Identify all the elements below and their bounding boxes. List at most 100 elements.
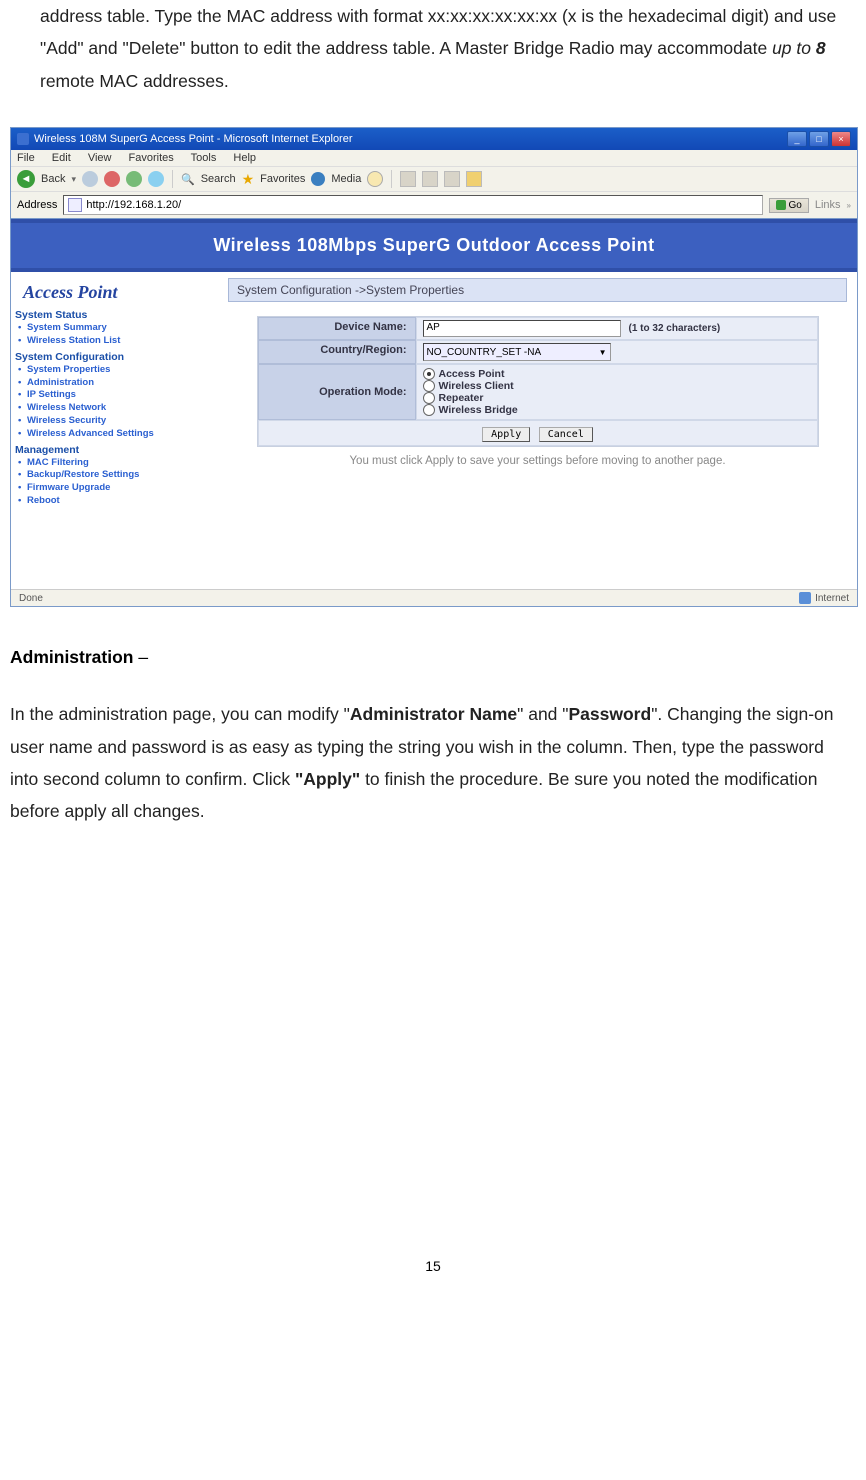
refresh-icon[interactable] xyxy=(126,171,142,187)
go-arrow-icon xyxy=(776,200,786,210)
sidebar-item-sysprops[interactable]: System Properties xyxy=(15,364,210,377)
forward-icon[interactable] xyxy=(82,171,98,187)
sidebar-item-wsecurity[interactable]: Wireless Security xyxy=(15,415,210,428)
opmode-client-label: Wireless Client xyxy=(439,380,514,392)
edit-icon[interactable] xyxy=(444,171,460,187)
go-button[interactable]: Go xyxy=(769,198,809,213)
menu-file[interactable]: File xyxy=(17,152,35,164)
breadcrumb: System Configuration ->System Properties xyxy=(228,278,847,302)
favorites-icon[interactable]: ★ xyxy=(242,171,255,188)
opmode-ap-label: Access Point xyxy=(439,368,505,380)
mail-icon[interactable] xyxy=(400,171,416,187)
country-label: Country/Region: xyxy=(258,340,416,364)
stop-icon[interactable] xyxy=(104,171,120,187)
go-label: Go xyxy=(789,200,802,211)
page-number: 15 xyxy=(10,1258,856,1274)
opmode-repeater[interactable]: Repeater xyxy=(423,392,811,404)
window-title: Wireless 108M SuperG Access Point - Micr… xyxy=(34,133,353,145)
favorites-label[interactable]: Favorites xyxy=(260,173,305,185)
sidebar-item-firmware[interactable]: Firmware Upgrade xyxy=(15,482,210,495)
history-icon[interactable] xyxy=(367,171,383,187)
menu-edit[interactable]: Edit xyxy=(52,152,71,164)
product-banner: Wireless 108Mbps SuperG Outdoor Access P… xyxy=(11,219,857,272)
sidebar-item-macfilter[interactable]: MAC Filtering xyxy=(15,457,210,470)
intro-paragraph: address table. Type the MAC address with… xyxy=(40,0,856,97)
close-button[interactable]: × xyxy=(831,131,851,147)
print-icon[interactable] xyxy=(422,171,438,187)
cancel-button[interactable]: Cancel xyxy=(539,427,593,442)
sidebar: Access Point System Status System Summar… xyxy=(11,272,218,589)
radio-icon xyxy=(423,368,435,380)
sidebar-item-wadvanced[interactable]: Wireless Advanced Settings xyxy=(15,428,210,441)
ie-icon xyxy=(17,133,29,145)
device-name-input[interactable]: AP xyxy=(423,320,621,337)
device-name-label: Device Name: xyxy=(258,317,416,340)
menu-view[interactable]: View xyxy=(88,152,112,164)
maximize-button[interactable]: □ xyxy=(809,131,829,147)
address-input[interactable]: http://192.168.1.20/ xyxy=(63,195,762,215)
links-label[interactable]: Links xyxy=(815,199,841,211)
menu-favorites[interactable]: Favorites xyxy=(129,152,174,164)
opmode-bridge-label: Wireless Bridge xyxy=(439,404,518,416)
ie-menubar: File Edit View Favorites Tools Help xyxy=(11,150,857,167)
intro-eight: 8 xyxy=(816,38,826,58)
sidebar-cat-status: System Status xyxy=(15,309,210,321)
back-label[interactable]: Back xyxy=(41,173,65,185)
radio-icon xyxy=(423,380,435,392)
radio-icon xyxy=(423,404,435,416)
sidebar-item-summary[interactable]: System Summary xyxy=(15,322,210,335)
radio-icon xyxy=(423,392,435,404)
sidebar-item-administration[interactable]: Administration xyxy=(15,377,210,390)
ie-statusbar: Done Internet xyxy=(11,589,857,606)
sidebar-cat-management: Management xyxy=(15,444,210,456)
opmode-client[interactable]: Wireless Client xyxy=(423,380,811,392)
heading-title: Administration xyxy=(10,647,133,667)
address-label: Address xyxy=(17,199,57,211)
status-done: Done xyxy=(19,593,43,604)
admin-a: In the administration page, you can modi… xyxy=(10,704,350,724)
form-area: Device Name: AP (1 to 32 characters) Cou… xyxy=(257,316,819,447)
country-select[interactable]: NO_COUNTRY_SET -NA ▼ xyxy=(423,343,611,361)
discuss-icon[interactable] xyxy=(466,171,482,187)
media-icon[interactable] xyxy=(311,172,325,186)
opmode-bridge[interactable]: Wireless Bridge xyxy=(423,404,811,416)
opmode-ap[interactable]: Access Point xyxy=(423,368,811,380)
apply-button[interactable]: Apply xyxy=(482,427,530,442)
sidebar-item-stationlist[interactable]: Wireless Station List xyxy=(15,335,210,348)
minimize-button[interactable]: _ xyxy=(787,131,807,147)
home-icon[interactable] xyxy=(148,171,164,187)
main-panel: System Configuration ->System Properties… xyxy=(218,272,857,589)
country-value: NO_COUNTRY_SET -NA xyxy=(427,347,542,358)
screenshot-container: Wireless 108M SuperG Access Point - Micr… xyxy=(10,127,858,607)
links-chevron-icon[interactable]: » xyxy=(847,201,851,210)
toolbar-separator-2 xyxy=(391,170,392,188)
internet-zone-icon xyxy=(799,592,811,604)
sidebar-cat-config: System Configuration xyxy=(15,351,210,363)
chevron-down-icon: ▼ xyxy=(599,348,607,357)
url-text: http://192.168.1.20/ xyxy=(86,199,181,211)
sidebar-item-reboot[interactable]: Reboot xyxy=(15,495,210,508)
admin-name-bold: Administrator Name xyxy=(350,704,517,724)
opmode-label: Operation Mode: xyxy=(258,364,416,420)
status-internet: Internet xyxy=(815,593,849,604)
search-icon[interactable]: 🔍 xyxy=(181,173,195,186)
sidebar-item-wnetwork[interactable]: Wireless Network xyxy=(15,402,210,415)
menu-tools[interactable]: Tools xyxy=(191,152,217,164)
sidebar-item-ipsettings[interactable]: IP Settings xyxy=(15,389,210,402)
page-icon xyxy=(68,198,82,212)
media-label[interactable]: Media xyxy=(331,173,361,185)
section-heading: Administration – xyxy=(10,647,856,668)
back-dropdown-icon[interactable]: ▾ xyxy=(71,174,76,185)
sidebar-item-backup[interactable]: Backup/Restore Settings xyxy=(15,469,210,482)
opmode-repeater-label: Repeater xyxy=(439,392,484,404)
ie-addressbar: Address http://192.168.1.20/ Go Links » xyxy=(11,192,857,219)
heading-dash: – xyxy=(133,647,148,667)
search-label[interactable]: Search xyxy=(201,173,236,185)
sidebar-title: Access Point xyxy=(23,282,210,303)
apply-note: You must click Apply to save your settin… xyxy=(228,453,847,469)
back-icon[interactable]: ◄ xyxy=(17,170,35,188)
menu-help[interactable]: Help xyxy=(233,152,256,164)
intro-text-a: address table. Type the MAC address with… xyxy=(40,6,836,58)
device-name-hint: (1 to 32 characters) xyxy=(629,323,721,334)
ie-toolbar: ◄ Back ▾ 🔍 Search ★ Favorites Media xyxy=(11,167,857,192)
